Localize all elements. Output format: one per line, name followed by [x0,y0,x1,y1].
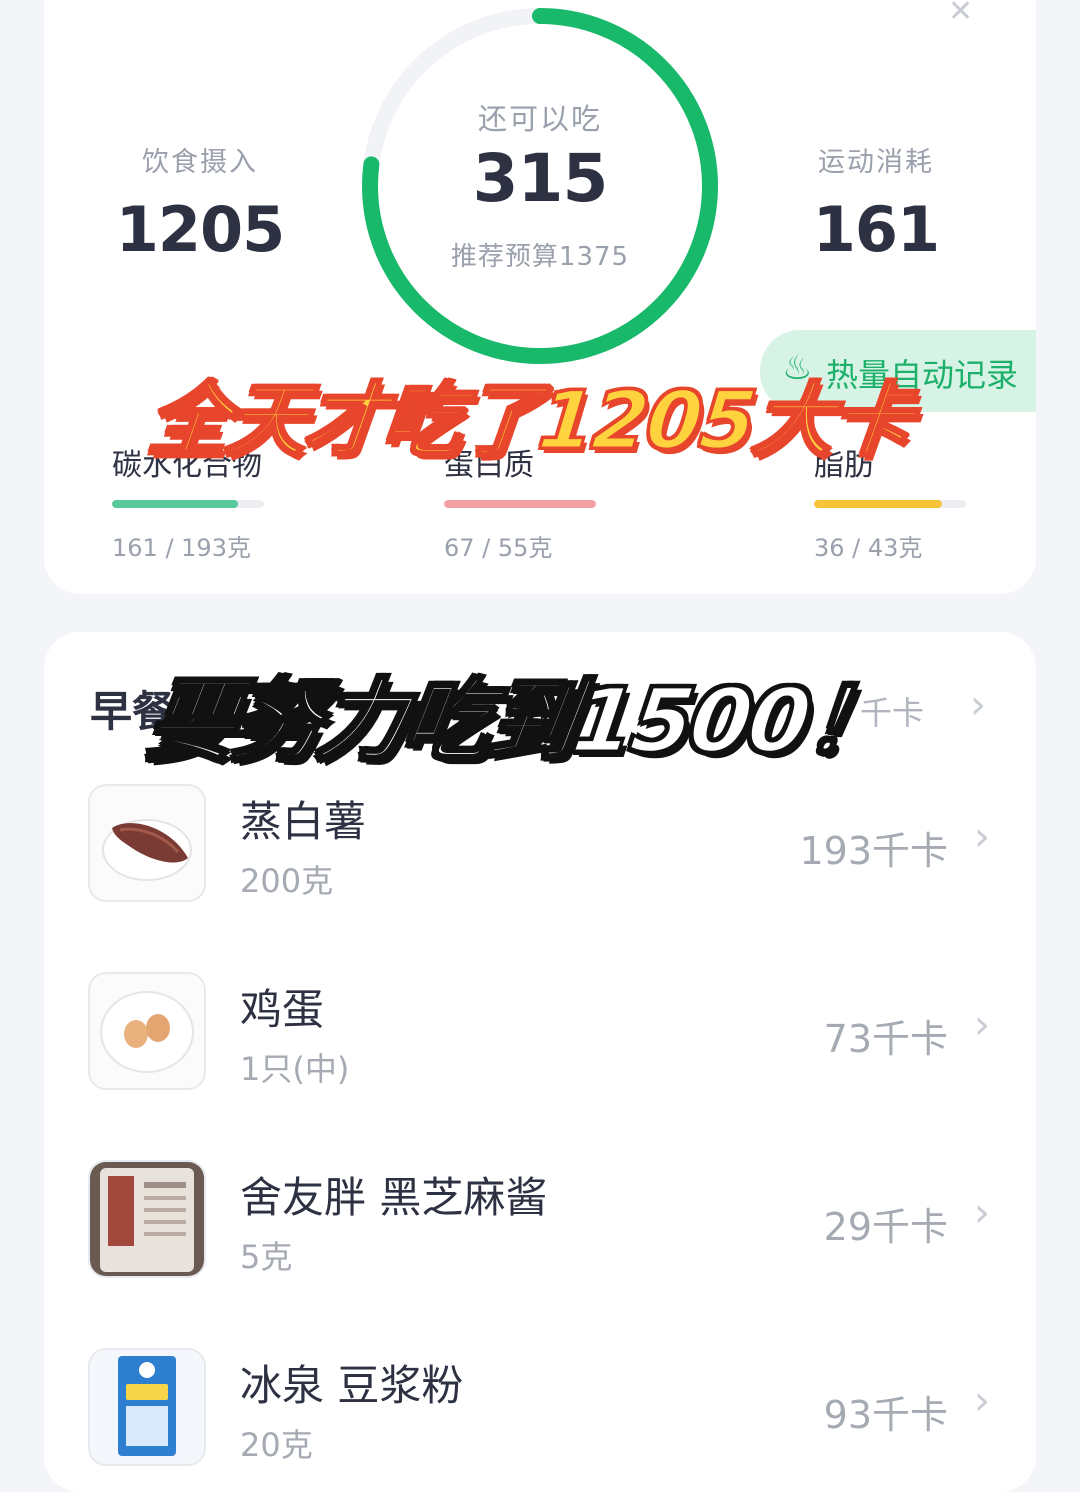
food-name: 鸡蛋 [240,985,325,1034]
macro-track [814,500,966,508]
food-quantity: 1只(中) [240,1050,350,1088]
remaining-calorie-ring[interactable]: 还可以吃 315 推荐预算1375 [354,0,726,372]
food-name: 舍友胖 黑芝麻酱 [240,1173,548,1222]
exercise-value: 161 [812,193,940,266]
chevron-right-icon: › [974,1378,990,1424]
food-calories: 193千卡 [799,829,948,873]
macro-track [112,500,264,508]
intake-label: 饮食摄入 [142,147,258,178]
sesame-paste-jar-icon [88,1160,206,1278]
food-calories: 93千卡 [823,1393,948,1437]
exercise-label: 运动消耗 [818,147,934,178]
macro-fill [814,500,942,508]
remaining-label: 还可以吃 [477,102,602,136]
intake-value: 1205 [115,193,286,266]
food-quantity: 200克 [240,862,334,900]
food-quantity: 20克 [240,1426,313,1464]
macro-value: 36 / 43克 [814,534,923,562]
remaining-value: 315 [472,140,609,217]
sweet-potato-icon [88,784,206,902]
food-name: 蒸白薯 [240,797,367,846]
soy-milk-powder-icon [88,1348,206,1466]
egg-icon [88,972,206,1090]
exercise-stat: 运动消耗 161 [766,140,986,266]
food-item-row[interactable]: 蒸白薯 200克 193千卡 › [88,784,998,904]
macro-track [444,500,596,508]
food-name: 冰泉 豆浆粉 [240,1361,464,1410]
food-quantity: 5克 [240,1238,293,1276]
intake-stat: 饮食摄入 1205 [90,140,310,266]
caption-overlay-top: 全天才吃了1205大卡 [143,373,916,469]
food-item-row[interactable]: 鸡蛋 1只(中) 73千卡 › [88,972,998,1092]
chevron-right-icon: › [974,1190,990,1236]
macro-value: 161 / 193克 [112,534,251,562]
food-item-row[interactable]: 舍友胖 黑芝麻酱 5克 29千卡 › [88,1160,998,1280]
budget-text: 推荐预算1375 [450,242,630,272]
food-calories: 29千卡 [823,1205,948,1249]
chevron-right-icon: › [974,814,990,860]
caption-overlay-middle: 要努力吃到1500！ [140,668,900,774]
close-icon[interactable]: ✕ [948,0,973,29]
food-item-row[interactable]: 冰泉 豆浆粉 20克 93千卡 › [88,1348,998,1468]
macro-fill [444,500,596,508]
food-calories: 73千卡 [823,1017,948,1061]
chevron-right-icon[interactable]: › [970,682,986,728]
macro-value: 67 / 55克 [444,534,553,562]
chevron-right-icon: › [974,1002,990,1048]
macro-fill [112,500,239,508]
